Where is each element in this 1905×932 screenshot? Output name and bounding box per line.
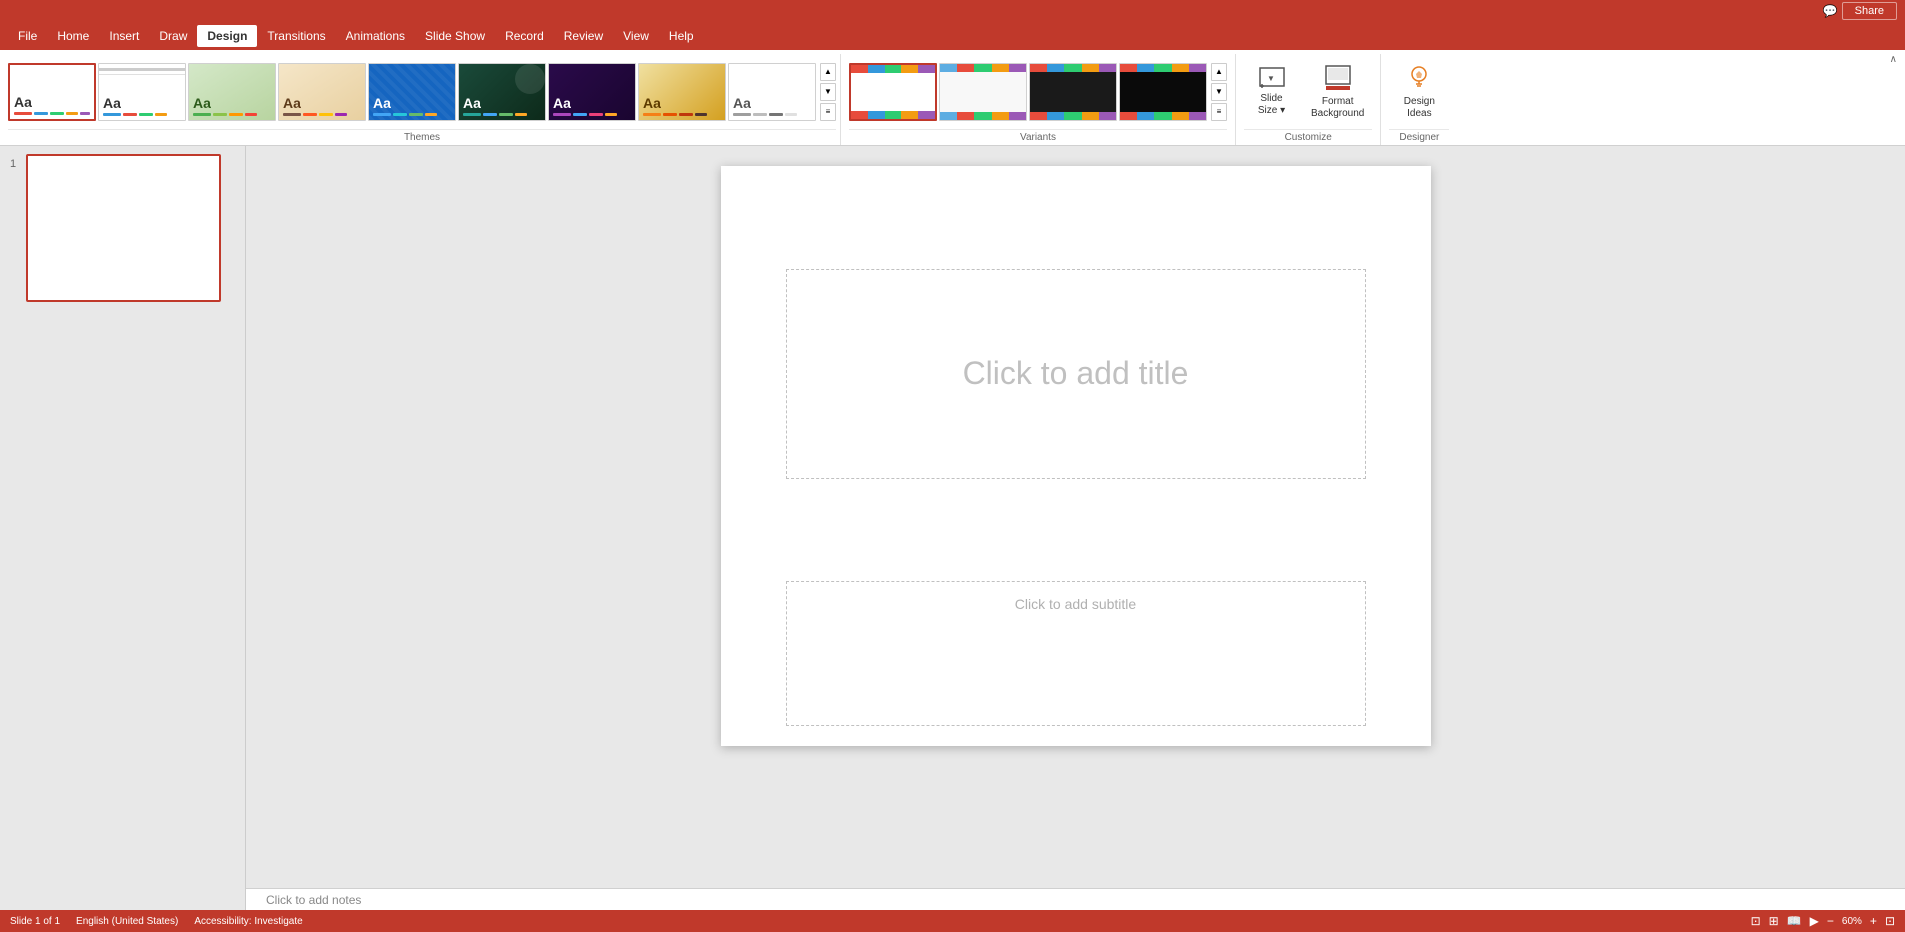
format-background-button[interactable]: FormatBackground	[1303, 60, 1372, 124]
menu-view[interactable]: View	[613, 25, 659, 47]
fit-slide[interactable]: ⊡	[1885, 914, 1895, 928]
slide-size-label: SlideSize ▾	[1258, 93, 1285, 117]
menu-transitions[interactable]: Transitions	[257, 25, 335, 47]
theme-blue-pattern[interactable]: Aa	[368, 63, 456, 121]
view-normal[interactable]: ⊡	[1751, 914, 1761, 928]
view-reading[interactable]: 📖	[1787, 914, 1802, 928]
menu-help[interactable]: Help	[659, 25, 704, 47]
variant-3[interactable]	[1029, 63, 1117, 121]
theme-dark-purple[interactable]: Aa	[548, 63, 636, 121]
customize-label: Customize	[1244, 129, 1372, 143]
svg-text:▼: ▼	[1267, 74, 1275, 83]
accessibility: Accessibility: Investigate	[194, 916, 302, 927]
theme-dark-teal[interactable]: Aa	[458, 63, 546, 121]
design-ideas-icon	[1405, 64, 1433, 95]
view-slideshow[interactable]: ▶	[1810, 914, 1819, 928]
slide-number: 1	[6, 158, 20, 170]
themes-section: Aa Aa	[4, 54, 841, 145]
slide-size-icon: ▼	[1258, 66, 1286, 92]
variants-label: Variants	[849, 129, 1227, 143]
menu-review[interactable]: Review	[554, 25, 613, 47]
language: English (United States)	[76, 916, 178, 927]
menu-record[interactable]: Record	[495, 25, 554, 47]
theme-default[interactable]: Aa	[8, 63, 96, 121]
notes-placeholder: Click to add notes	[266, 893, 361, 907]
share-button[interactable]: Share	[1842, 2, 1897, 20]
ribbon-collapse[interactable]: ∧	[1886, 52, 1901, 67]
theme-lined[interactable]: Aa	[98, 63, 186, 121]
menu-design[interactable]: Design	[197, 25, 257, 47]
title-placeholder-text: Click to add title	[963, 355, 1189, 392]
slide-count: Slide 1 of 1	[10, 916, 60, 927]
designer-label: Designer	[1389, 129, 1449, 143]
slide-size-button[interactable]: ▼ SlideSize ▾	[1244, 62, 1299, 121]
theme-gold[interactable]: Aa	[638, 63, 726, 121]
themes-scroll-down[interactable]: ▼	[820, 83, 836, 101]
theme-green[interactable]: Aa	[188, 63, 276, 121]
menu-draw[interactable]: Draw	[149, 25, 197, 47]
menu-insert[interactable]: Insert	[99, 25, 149, 47]
notes-bar[interactable]: Click to add notes	[246, 888, 1905, 910]
zoom-level: 60%	[1842, 916, 1862, 927]
variants-scroll-up[interactable]: ▲	[1211, 63, 1227, 81]
design-ideas-label: DesignIdeas	[1404, 96, 1435, 120]
zoom-in[interactable]: +	[1870, 914, 1877, 928]
format-background-icon	[1324, 64, 1352, 95]
theme-brown[interactable]: Aa	[278, 63, 366, 121]
variants-scroll-more[interactable]: ≡	[1211, 103, 1227, 121]
slide-thumb-item[interactable]: 1	[6, 154, 239, 302]
view-slide-sorter[interactable]: ⊞	[1769, 914, 1779, 928]
themes-scroll-up[interactable]: ▲	[820, 63, 836, 81]
editing-area: Click to add title Click to add subtitle	[246, 146, 1905, 910]
variant-4[interactable]	[1119, 63, 1207, 121]
format-background-label: FormatBackground	[1311, 96, 1364, 120]
title-placeholder[interactable]: Click to add title	[786, 269, 1366, 479]
design-ideas-button[interactable]: DesignIdeas	[1389, 60, 1449, 124]
variants-section: ▲ ▼ ≡ Variants	[841, 54, 1236, 145]
menu-animations[interactable]: Animations	[336, 25, 415, 47]
subtitle-placeholder-text: Click to add subtitle	[1015, 596, 1136, 612]
variant-2[interactable]	[939, 63, 1027, 121]
menu-file[interactable]: File	[8, 25, 47, 47]
message-icon[interactable]: 💬	[1823, 4, 1838, 18]
themes-scroll-more[interactable]: ≡	[820, 103, 836, 121]
customize-section: ▼ SlideSize ▾ FormatBackground Customize	[1236, 54, 1381, 145]
slide-panel: 1	[0, 146, 246, 910]
menu-slideshow[interactable]: Slide Show	[415, 25, 495, 47]
themes-label: Themes	[8, 129, 836, 143]
zoom-out[interactable]: −	[1827, 914, 1834, 928]
slide-thumbnail[interactable]	[26, 154, 221, 302]
variant-1[interactable]	[849, 63, 937, 121]
slide-canvas[interactable]: Click to add title Click to add subtitle	[721, 166, 1431, 746]
variants-scroll-down[interactable]: ▼	[1211, 83, 1227, 101]
menu-home[interactable]: Home	[47, 25, 99, 47]
theme-minimal[interactable]: Aa	[728, 63, 816, 121]
subtitle-placeholder[interactable]: Click to add subtitle	[786, 581, 1366, 726]
designer-section: DesignIdeas Designer	[1381, 54, 1457, 145]
